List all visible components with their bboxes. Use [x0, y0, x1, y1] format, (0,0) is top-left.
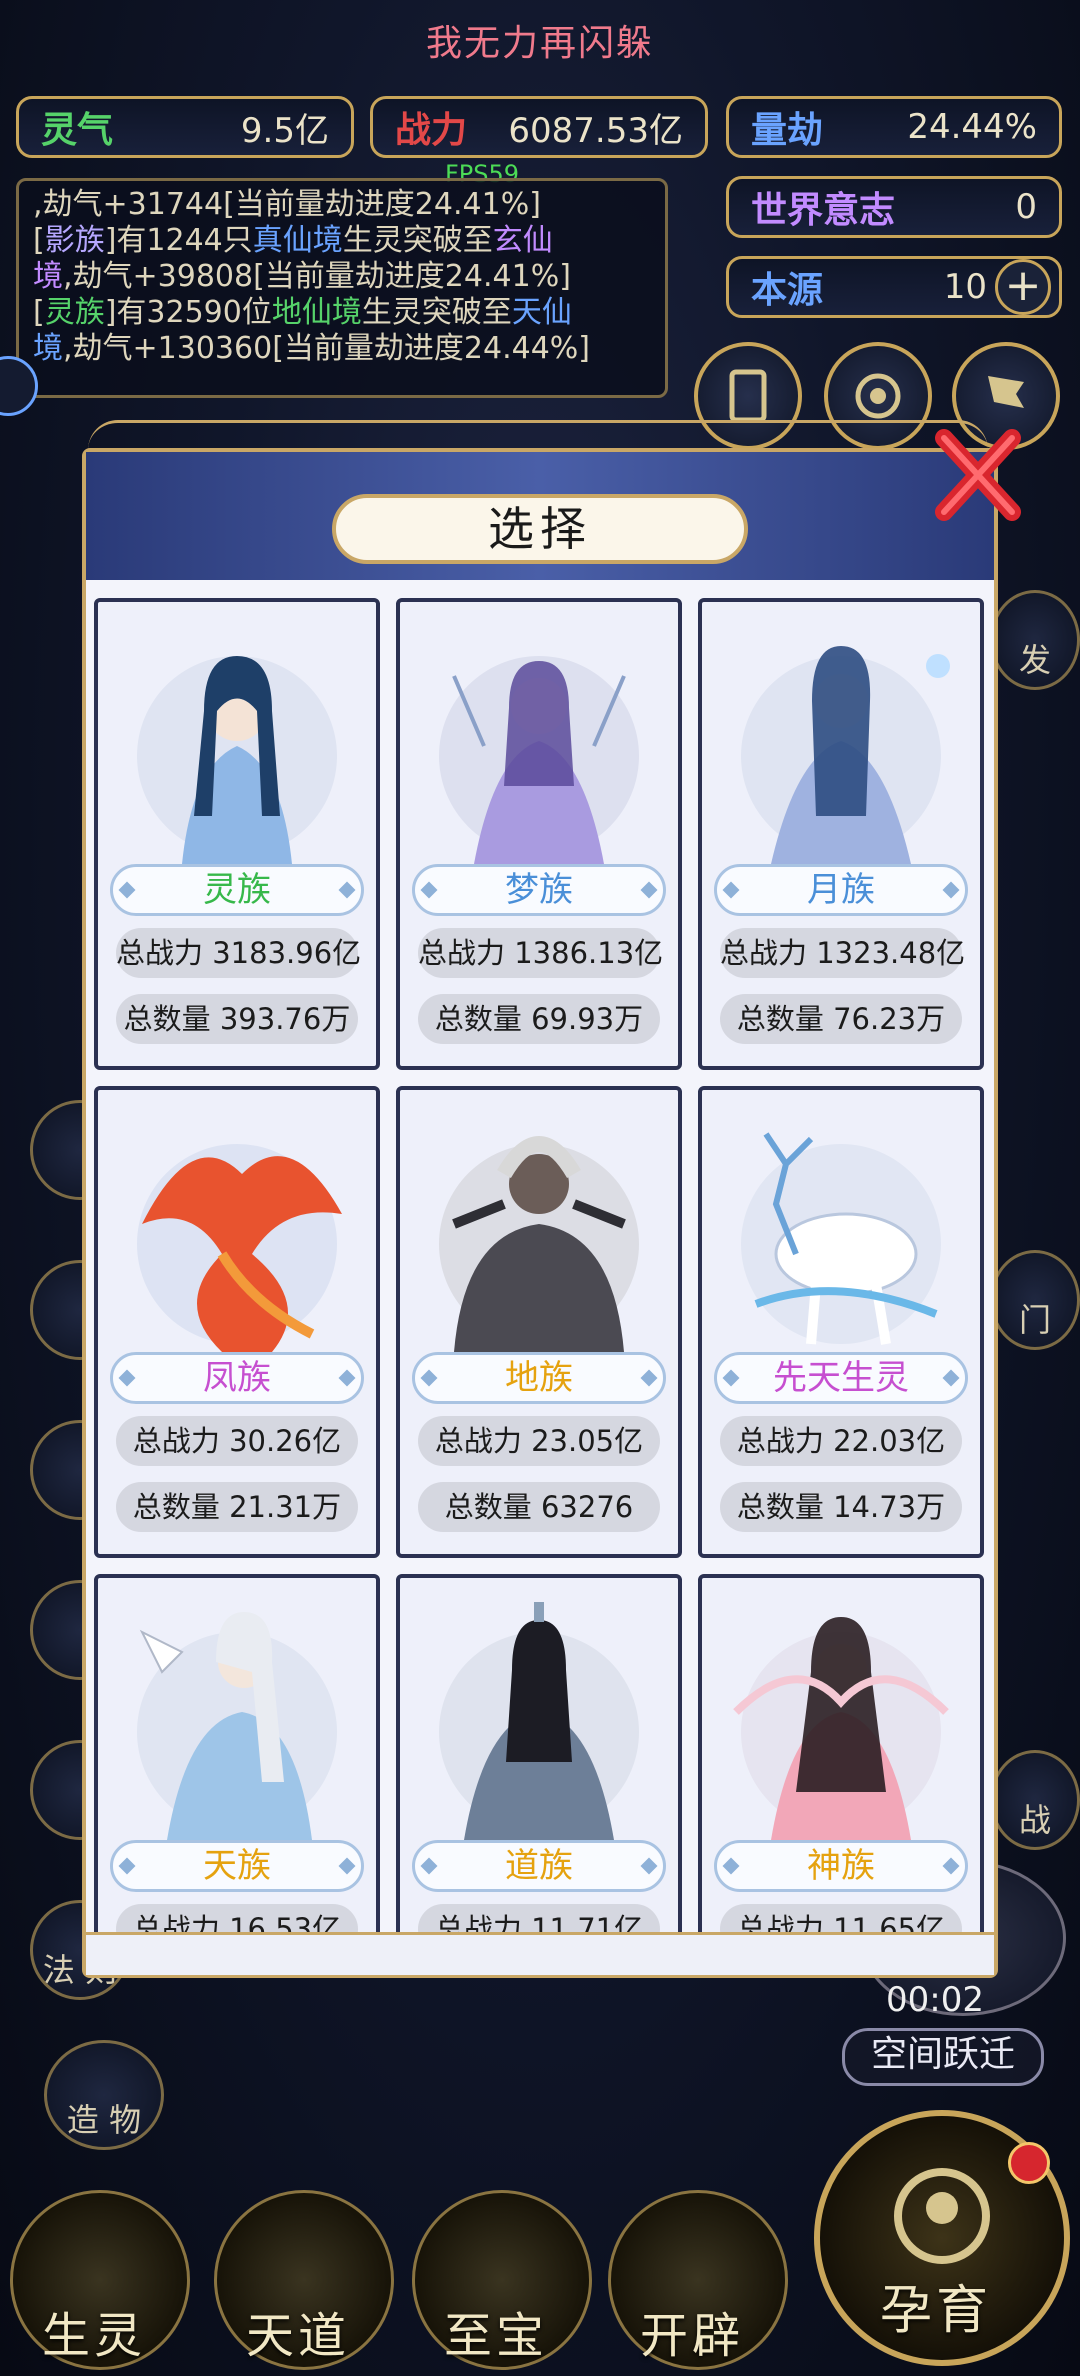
race-name: 梦族 — [412, 864, 666, 916]
race-card[interactable]: 地族 总战力 23.05亿 总数量 63276 — [396, 1086, 682, 1558]
meng-race-portrait — [439, 656, 639, 864]
deer-race-portrait — [741, 1132, 941, 1345]
race-total-count: 总数量 21.31万 — [116, 1482, 358, 1532]
race-name: 月族 — [714, 864, 968, 916]
nav-tiandao-label: 天道 — [246, 2308, 351, 2364]
nav-kaipi-label: 开辟 — [640, 2308, 745, 2364]
race-total-power: 总战力 11.65亿 — [720, 1904, 962, 1932]
race-total-count: 总数量 69.93万 — [418, 994, 660, 1044]
yunyu-label: 孕育 — [880, 2281, 993, 2341]
race-total-count: 总数量 63276 — [418, 1482, 660, 1532]
yunyu-icon — [894, 2168, 990, 2264]
race-total-power: 总战力 30.26亿 — [116, 1416, 358, 1466]
modal-footer — [86, 1932, 994, 1975]
race-total-count: 总数量 76.23万 — [720, 994, 962, 1044]
card-icon — [729, 369, 767, 423]
shen-race-portrait — [733, 1617, 949, 1840]
log-line: [影族]有1244只真仙境生灵突破至玄仙 — [33, 223, 553, 258]
liangjie-label: 量劫 — [751, 110, 824, 151]
side-button-men[interactable]: 门 — [990, 1250, 1080, 1350]
log-line: [灵族]有32590位地仙境生灵突破至天仙 — [33, 295, 572, 330]
lingqi-value: 9.5亿 — [240, 110, 329, 151]
nav-shengling-label: 生灵 — [42, 2308, 147, 2364]
race-card[interactable]: 天族 总战力 16.53亿 — [94, 1574, 380, 1932]
add-benyuan-button[interactable]: + — [995, 259, 1051, 315]
race-total-power: 总战力 11.71亿 — [418, 1904, 660, 1932]
world-will-stat: 世界意志 0 — [726, 176, 1062, 238]
nav-zhibao-label: 至宝 — [444, 2308, 549, 2364]
side-button-zhan[interactable]: 战 — [990, 1750, 1080, 1850]
liangjie-value: 24.44% — [907, 107, 1037, 147]
benyuan-stat: 本源 10 + — [726, 256, 1062, 318]
race-name: 地族 — [412, 1352, 666, 1404]
race-name: 神族 — [714, 1840, 968, 1892]
race-total-count: 总数量 393.76万 — [116, 994, 358, 1044]
yue-race-portrait — [741, 646, 950, 864]
world-will-value: 0 — [1015, 187, 1037, 227]
race-total-power: 总战力 22.03亿 — [720, 1416, 962, 1466]
race-card[interactable]: 道族 总战力 11.71亿 — [396, 1574, 682, 1932]
race-card[interactable]: 先天生灵 总战力 22.03亿 总数量 14.73万 — [698, 1086, 984, 1558]
modal-title: 选择 — [332, 494, 748, 564]
race-total-power: 总战力 1386.13亿 — [418, 928, 663, 978]
tian-race-portrait — [137, 1612, 337, 1840]
swirl-icon — [855, 373, 901, 419]
race-card[interactable]: 梦族 总战力 1386.13亿 总数量 69.93万 — [396, 598, 682, 1070]
lingqi-stat: 灵气 9.5亿 — [16, 96, 354, 158]
race-total-power: 总战力 23.05亿 — [418, 1416, 660, 1466]
di-race-portrait — [439, 1136, 639, 1352]
race-card[interactable]: 神族 总战力 11.65亿 — [698, 1574, 984, 1932]
log-line: 境,劫气+130360[当前量劫进度24.44%] — [33, 331, 590, 366]
dao-race-portrait — [439, 1602, 639, 1840]
world-will-label: 世界意志 — [751, 190, 896, 231]
benyuan-value: 10 — [943, 267, 987, 307]
race-card[interactable]: 灵族 总战力 3183.96亿 总数量 393.76万 — [94, 598, 380, 1070]
log-line: 境,劫气+39808[当前量劫进度24.41%] — [33, 259, 571, 294]
modal-ornament — [88, 420, 988, 451]
lingqi-label: 灵气 — [41, 110, 114, 151]
race-name: 灵族 — [110, 864, 364, 916]
race-total-power: 总战力 3183.96亿 — [116, 928, 361, 978]
race-name: 凤族 — [110, 1352, 364, 1404]
notification-dot — [1008, 2142, 1050, 2184]
side-button-fa[interactable]: 发 — [990, 590, 1080, 690]
race-grid: 灵族 总战力 3183.96亿 总数量 393.76万 梦族 总战力 1386.… — [92, 592, 988, 1932]
liangjie-stat: 量劫 24.44% — [726, 96, 1062, 158]
race-name: 道族 — [412, 1840, 666, 1892]
race-total-power: 总战力 16.53亿 — [116, 1904, 358, 1932]
zhanli-label: 战力 — [395, 110, 468, 151]
space-jump-timer: 00:02 — [886, 1980, 984, 2020]
benyuan-label: 本源 — [751, 270, 824, 311]
zhanli-value: 6087.53亿 — [508, 110, 683, 151]
close-icon[interactable] — [930, 420, 1026, 530]
race-total-count: 总数量 14.73万 — [720, 1482, 962, 1532]
phoenix-race-portrait — [137, 1144, 342, 1352]
race-name: 先天生灵 — [714, 1352, 968, 1404]
top-title: 我无力再闪躲 — [425, 23, 654, 64]
flag-icon — [988, 376, 1024, 408]
race-total-power: 总战力 1323.48亿 — [720, 928, 965, 978]
zao-wu-button[interactable]: 造 物 — [44, 2040, 164, 2150]
zhanli-stat: 战力 6087.53亿 — [370, 96, 708, 158]
race-card[interactable]: 月族 总战力 1323.48亿 总数量 76.23万 — [698, 598, 984, 1070]
log-line: ,劫气+31744[当前量劫进度24.41%] — [33, 187, 541, 222]
race-card[interactable]: 凤族 总战力 30.26亿 总数量 21.31万 — [94, 1086, 380, 1558]
ling-race-portrait — [137, 656, 337, 864]
space-jump-label[interactable]: 空间跃迁 — [842, 2028, 1044, 2086]
race-name: 天族 — [110, 1840, 364, 1892]
event-log[interactable]: ,劫气+31744[当前量劫进度24.41%] [影族]有1244只真仙境生灵突… — [16, 178, 668, 398]
